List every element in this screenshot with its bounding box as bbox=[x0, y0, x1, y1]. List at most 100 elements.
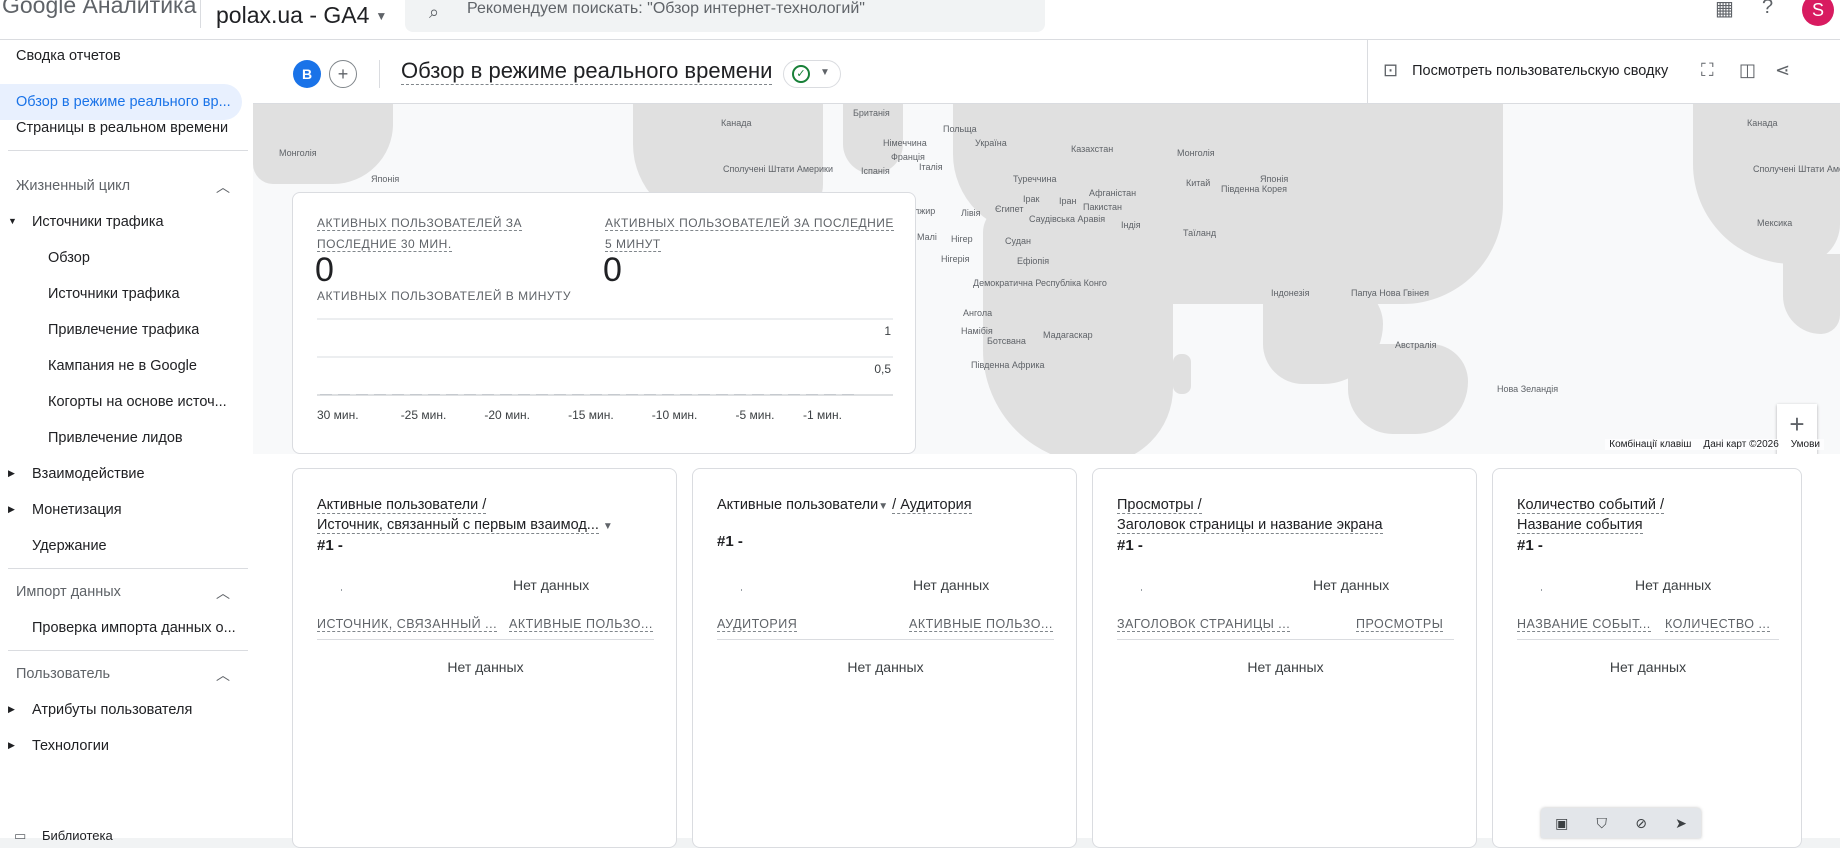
monitor-icon[interactable]: ▣ bbox=[1555, 815, 1568, 832]
map-label: Польща bbox=[943, 124, 977, 134]
property-selector[interactable]: polax.ua - GA4 ▼ bbox=[216, 2, 387, 29]
metric-value-30min: 0 bbox=[315, 251, 334, 289]
compare-columns-icon[interactable]: ◫ bbox=[1739, 60, 1756, 81]
card-title[interactable]: Количество событий / bbox=[1517, 497, 1664, 514]
map-label: Південна Корея bbox=[1221, 184, 1287, 194]
sidebar-item-realtime-pages[interactable]: Страницы в реальном времени bbox=[16, 120, 228, 136]
no-data-text: Нет данных bbox=[1635, 577, 1712, 593]
map-label: Туреччина bbox=[1013, 174, 1057, 184]
column-header[interactable]: НАЗВАНИЕ СОБЫТ... bbox=[1517, 617, 1651, 632]
share-icon[interactable]: ⋖ bbox=[1775, 60, 1790, 81]
view-user-snapshot-label: Посмотреть пользовательскую сводку bbox=[1412, 62, 1669, 79]
search-bar[interactable]: ⌕ bbox=[405, 0, 1045, 32]
sidebar-item-retention[interactable]: Удержание bbox=[32, 538, 107, 554]
triangle-right-icon[interactable]: ▶ bbox=[8, 740, 15, 751]
sidebar-group-monetization[interactable]: Монетизация bbox=[32, 502, 122, 518]
sidebar-group-technology[interactable]: Технологии bbox=[32, 738, 109, 754]
metric-label-5min[interactable]: АКТИВНЫХ ПОЛЬЗОВАТЕЛЕЙ ЗА ПОСЛЕДНИЕ 5 МИ… bbox=[605, 213, 895, 255]
chart-bar bbox=[518, 394, 530, 395]
chart-bar bbox=[320, 394, 332, 395]
page-title[interactable]: Обзор в режиме реального времени bbox=[401, 58, 773, 85]
card-title[interactable]: Просмотры / bbox=[1117, 497, 1202, 514]
chart-bar bbox=[464, 394, 476, 395]
status-badge[interactable]: ✓ ▼ bbox=[783, 60, 841, 88]
chart-bar bbox=[788, 394, 800, 395]
add-comparison-button[interactable]: + bbox=[329, 60, 357, 88]
map-label: Таїланд bbox=[1183, 228, 1217, 238]
divider bbox=[717, 639, 1054, 640]
column-header[interactable]: АКТИВНЫЕ ПОЛЬЗО... bbox=[909, 617, 1053, 632]
avatar[interactable]: S bbox=[1802, 0, 1834, 26]
section-user[interactable]: Пользователь bbox=[16, 666, 110, 682]
metric-label-30min[interactable]: АКТИВНЫХ ПОЛЬЗОВАТЕЛЕЙ ЗА ПОСЛЕДНИЕ 30 М… bbox=[317, 213, 597, 255]
divider bbox=[1367, 40, 1368, 104]
chart-bar bbox=[554, 394, 566, 395]
card-rank: #1 - bbox=[1517, 537, 1543, 554]
fullscreen-icon[interactable]: ⛶ bbox=[1701, 60, 1714, 81]
map-label: Нігер bbox=[951, 234, 973, 244]
sidebar-item-lead-acquisition[interactable]: Привлечение лидов bbox=[48, 430, 183, 446]
sidebar-item-reports-snapshot[interactable]: Сводка отчетов bbox=[16, 48, 121, 64]
chart-bar bbox=[500, 394, 512, 395]
sidebar-item-overview[interactable]: Обзор bbox=[48, 250, 90, 266]
sidebar-item-library[interactable]: Библиотека bbox=[42, 828, 113, 843]
card-dimension[interactable]: Заголовок страницы и название экрана bbox=[1117, 517, 1383, 534]
chevron-up-icon[interactable]: ︿ bbox=[216, 665, 230, 685]
search-input[interactable] bbox=[467, 0, 1027, 18]
search-icon: ⌕ bbox=[429, 2, 440, 22]
shield-icon[interactable]: ⛉ bbox=[1597, 815, 1608, 832]
sidebar-group-traffic[interactable]: Источники трафика bbox=[32, 214, 164, 230]
eye-off-icon[interactable]: ⊘ bbox=[1635, 815, 1647, 832]
card-title[interactable]: Активные пользователи▼ / Аудитория bbox=[717, 497, 972, 514]
column-header[interactable]: ПРОСМОТРЫ bbox=[1356, 617, 1444, 632]
map-label: Франція bbox=[891, 152, 925, 162]
card-rank: #1 - bbox=[1117, 537, 1143, 554]
card-dimension-selector[interactable]: Источник, связанный с первым взаимод... … bbox=[317, 517, 613, 534]
sidebar-item-realtime-overview[interactable]: Обзор в режиме реального вр... bbox=[0, 84, 242, 120]
map-label: Папуа Нова Гвінея bbox=[1351, 288, 1429, 298]
sidebar-group-user-attributes[interactable]: Атрибуты пользователя bbox=[32, 702, 192, 718]
map-label: Ангола bbox=[963, 308, 993, 318]
sidebar-item-import-check[interactable]: Проверка импорта данных о... bbox=[32, 620, 240, 636]
map-label: Демократична Республіка Конго bbox=[973, 278, 1107, 288]
map-label: Мексика bbox=[1757, 218, 1793, 228]
section-data-import[interactable]: Импорт данных bbox=[16, 584, 121, 600]
map-land bbox=[1103, 104, 1503, 304]
chevron-up-icon[interactable]: ︿ bbox=[216, 583, 230, 603]
telegram-icon[interactable]: ➤ bbox=[1675, 815, 1687, 832]
map-label: Єгипет bbox=[995, 204, 1024, 214]
help-icon[interactable]: ? bbox=[1762, 0, 1773, 19]
chart-bar bbox=[392, 394, 404, 395]
sidebar-item-non-google-campaign[interactable]: Кампания не в Google bbox=[48, 358, 197, 374]
card-dimension[interactable]: Название события bbox=[1517, 517, 1643, 534]
triangle-right-icon[interactable]: ▶ bbox=[8, 468, 15, 479]
terms-link[interactable]: Умови bbox=[1791, 439, 1820, 450]
chevron-up-icon[interactable]: ︿ bbox=[216, 177, 230, 197]
per-minute-chart[interactable]: 1 0,5 30 мин. -25 мин. -20 мин. -15 мин. -10 м… bbox=[317, 309, 893, 445]
sidebar-item-traffic-sources[interactable]: Источники трафика bbox=[48, 286, 180, 302]
card-title[interactable]: Активные пользователи / bbox=[317, 497, 487, 514]
sidebar-item-traffic-acquisition[interactable]: Привлечение трафика bbox=[48, 322, 199, 338]
app-title[interactable]: Google Аналитика bbox=[2, 0, 196, 19]
map-label: Ірак bbox=[1023, 194, 1040, 204]
x-tick-label: -1 мин. bbox=[803, 408, 842, 422]
column-header[interactable]: ЗАГОЛОВОК СТРАНИЦЫ ... bbox=[1117, 617, 1291, 632]
column-header[interactable]: АУДИТОРИЯ bbox=[717, 617, 798, 632]
column-header[interactable]: ИСТОЧНИК, СВЯЗАННЫЙ ... bbox=[317, 617, 498, 632]
section-lifecycle[interactable]: Жизненный цикл bbox=[16, 178, 130, 194]
column-header[interactable]: АКТИВНЫЕ ПОЛЬЗО... bbox=[509, 617, 653, 632]
comparison-chip[interactable]: B bbox=[293, 60, 321, 88]
chart-bar bbox=[698, 394, 710, 395]
apps-grid-icon[interactable]: ▦ bbox=[1715, 0, 1734, 21]
map-label: Лівія bbox=[961, 208, 981, 218]
triangle-right-icon[interactable]: ▶ bbox=[8, 504, 15, 515]
chart-bar bbox=[608, 394, 620, 395]
sidebar-item-cohorts[interactable]: Когорты на основе источ... bbox=[48, 394, 238, 410]
keyboard-shortcuts-link[interactable]: Комбінації клавіш bbox=[1609, 439, 1691, 450]
chart-bar bbox=[482, 394, 494, 395]
column-header[interactable]: КОЛИЧЕСТВО ... bbox=[1665, 617, 1771, 632]
sidebar-group-engagement[interactable]: Взаимодействие bbox=[32, 466, 145, 482]
view-user-snapshot-button[interactable]: ⊡ Посмотреть пользовательскую сводку bbox=[1383, 60, 1668, 81]
triangle-right-icon[interactable]: ▶ bbox=[8, 704, 15, 715]
triangle-down-icon[interactable]: ▼ bbox=[8, 216, 17, 226]
